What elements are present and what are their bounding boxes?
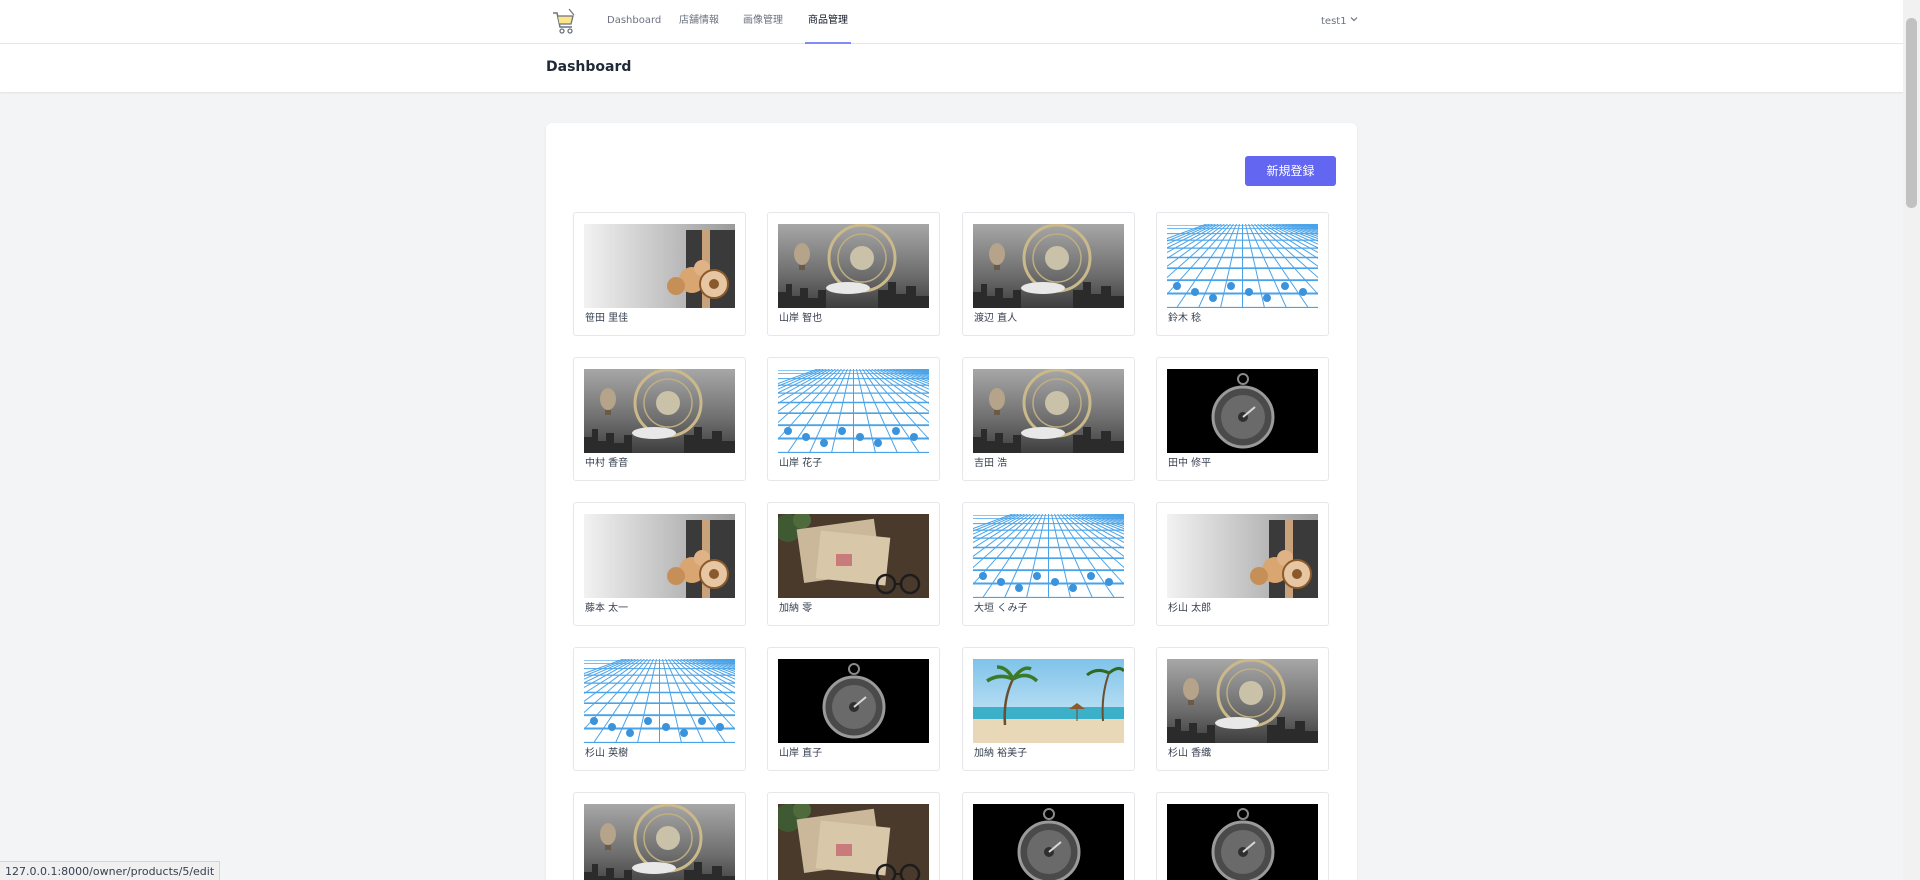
- product-image: [778, 369, 929, 453]
- scrollbar[interactable]: [1903, 0, 1920, 880]
- product-name: 鈴木 稔: [1168, 313, 1202, 324]
- product-card[interactable]: 杉山 英樹: [573, 647, 746, 771]
- page-title: Dashboard: [546, 59, 632, 75]
- product-image: [1167, 659, 1318, 743]
- new-registration-button[interactable]: 新規登録: [1245, 156, 1336, 186]
- product-image: [1167, 369, 1318, 453]
- product-card[interactable]: 田中 修平: [1156, 357, 1329, 481]
- product-name: 大垣 くみ子: [974, 603, 1028, 614]
- product-card[interactable]: 鈴木 稔: [1156, 212, 1329, 336]
- product-card[interactable]: 山岸 花子: [767, 357, 940, 481]
- product-name: 田中 修平: [1168, 458, 1212, 469]
- product-name: 加納 裕美子: [974, 748, 1028, 759]
- status-url: 127.0.0.1:8000/owner/products/5/edit: [0, 861, 221, 880]
- product-image: [778, 804, 929, 880]
- product-image: [584, 804, 735, 880]
- product-card[interactable]: 杉山 太郎: [1156, 502, 1329, 626]
- product-image: [584, 659, 735, 743]
- product-name: 杉山 英樹: [585, 748, 629, 759]
- product-name: 渡辺 直人: [974, 313, 1018, 324]
- product-name: 杉山 太郎: [1168, 603, 1212, 614]
- product-image: [778, 659, 929, 743]
- nav-link-dashboard[interactable]: Dashboard: [607, 0, 661, 44]
- product-name: 杉山 香織: [1168, 748, 1212, 759]
- top-navigation: Dashboard 店舗情報 画像管理 商品管理 test1: [0, 0, 1903, 44]
- product-card[interactable]: 加納 裕美子: [962, 647, 1135, 771]
- product-name: 藤本 太一: [585, 603, 629, 614]
- product-card[interactable]: [573, 792, 746, 880]
- product-card[interactable]: [767, 792, 940, 880]
- product-image: [973, 514, 1124, 598]
- product-card[interactable]: 笹田 里佳: [573, 212, 746, 336]
- product-name: 吉田 浩: [974, 458, 1008, 469]
- nav-link-product-management[interactable]: 商品管理: [805, 0, 851, 44]
- product-image: [778, 224, 929, 308]
- product-card[interactable]: 山岸 直子: [767, 647, 940, 771]
- product-name: 中村 香音: [585, 458, 629, 469]
- product-card[interactable]: 藤本 太一: [573, 502, 746, 626]
- user-name: test1: [1321, 16, 1347, 27]
- product-name: 笹田 里佳: [585, 313, 629, 324]
- product-card[interactable]: 山岸 智也: [767, 212, 940, 336]
- product-image: [584, 514, 735, 598]
- product-image: [1167, 804, 1318, 880]
- product-card[interactable]: 吉田 浩: [962, 357, 1135, 481]
- product-card[interactable]: [1156, 792, 1329, 880]
- product-card[interactable]: 杉山 香織: [1156, 647, 1329, 771]
- user-menu[interactable]: test1: [1321, 0, 1358, 44]
- product-image: [973, 659, 1124, 743]
- product-image: [584, 369, 735, 453]
- product-card[interactable]: 大垣 くみ子: [962, 502, 1135, 626]
- product-image: [973, 804, 1124, 880]
- product-name: 山岸 直子: [779, 748, 823, 759]
- cart-logo-icon[interactable]: [551, 7, 577, 35]
- product-name: 山岸 花子: [779, 458, 823, 469]
- product-image: [1167, 514, 1318, 598]
- chevron-down-icon: [1350, 0, 1358, 42]
- product-image: [1167, 224, 1318, 308]
- product-name: 加納 零: [779, 603, 813, 614]
- product-image: [973, 369, 1124, 453]
- product-name: 山岸 智也: [779, 313, 823, 324]
- page-header: Dashboard: [0, 44, 1903, 92]
- scrollbar-thumb[interactable]: [1906, 18, 1917, 208]
- product-card[interactable]: 加納 零: [767, 502, 940, 626]
- product-image: [973, 224, 1124, 308]
- nav-link-image-management[interactable]: 画像管理: [743, 0, 783, 44]
- product-image: [778, 514, 929, 598]
- nav-link-shop-info[interactable]: 店舗情報: [679, 0, 719, 44]
- product-image: [584, 224, 735, 308]
- product-card[interactable]: 渡辺 直人: [962, 212, 1135, 336]
- product-card[interactable]: [962, 792, 1135, 880]
- product-card[interactable]: 中村 香音: [573, 357, 746, 481]
